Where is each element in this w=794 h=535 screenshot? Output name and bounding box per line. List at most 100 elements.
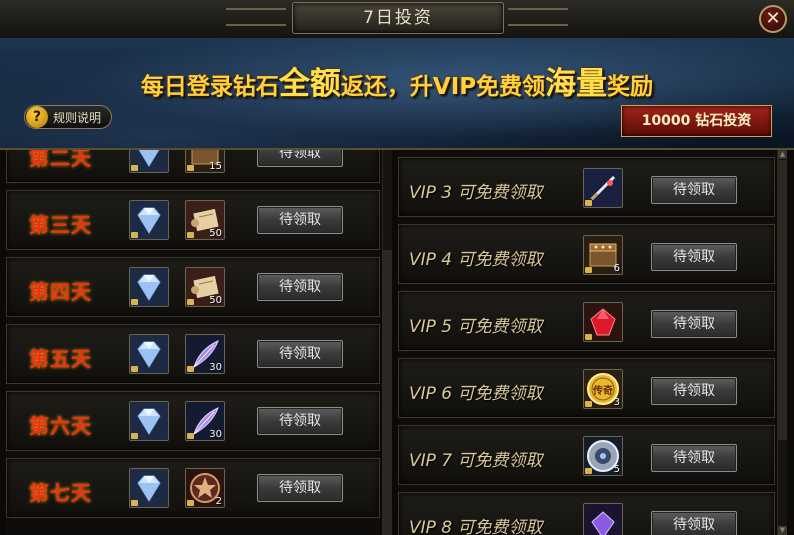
vip-reward-row: VIP 5 可免费领取 待领取: [398, 291, 775, 351]
claim-button[interactable]: 待领取: [257, 340, 343, 368]
item-count: 3: [613, 397, 620, 408]
item-count: 50: [209, 295, 222, 306]
day-label: 第四天: [29, 280, 92, 304]
item-count: 6: [613, 263, 620, 274]
day-reward-row: 第七天 2 待领取: [6, 458, 380, 518]
day-reward-row: 第五天 30 待领取: [6, 324, 380, 384]
title-ornament-left: [226, 8, 286, 26]
day-reward-row: 第四天 50 待领取: [6, 257, 380, 317]
claim-button[interactable]: 待领取: [257, 150, 343, 167]
question-icon: ?: [26, 106, 48, 128]
invest-button[interactable]: 10000 钻石投资: [621, 105, 772, 137]
vip-reward-list: VIP 3 可免费领取 待领取 VIP 4 可免费领取 6 待领取 VIP 5 可免费领取…: [398, 150, 775, 535]
lock-icon: [585, 401, 592, 407]
reward-item-slot: 传奇 3: [583, 369, 623, 409]
claim-button[interactable]: 待领取: [651, 176, 737, 204]
lock-icon: [131, 232, 138, 238]
scroll-down-arrow-icon[interactable]: ▼: [778, 526, 787, 535]
item-count: 2: [215, 496, 222, 507]
reward-item-slot: 5: [583, 436, 623, 476]
vip-reward-row: VIP 4 可免费领取 6 待领取: [398, 224, 775, 284]
banner-emphasis-1: 全额: [278, 66, 341, 102]
lock-icon: [187, 165, 194, 171]
vip-label: VIP 8 可免费领取: [409, 518, 543, 535]
reward-item-slot: 6: [583, 235, 623, 275]
day-label: 第五天: [29, 347, 92, 371]
purple-gem-icon: [584, 504, 622, 535]
vip-label: VIP 5 可免费领取: [409, 317, 543, 337]
day-label: 第六天: [29, 414, 92, 438]
banner-headline: 每日登录钻石全额返还，升VIP免费领海量奖励: [0, 58, 794, 103]
vip-reward-row: VIP 8 可免费领取 待领取: [398, 492, 775, 535]
item-count: 5: [613, 464, 620, 475]
claim-button[interactable]: 待领取: [257, 474, 343, 502]
reward-item-slot: [129, 334, 169, 374]
vip-reward-row: VIP 3 可免费领取 待领取: [398, 157, 775, 217]
daily-reward-list: 第二天 15 待领取 第三天 50 待领取 第四天 50 待领取 第五天 30 待领取 第六天 30 待领取…: [6, 150, 380, 535]
left-scrollbar[interactable]: [382, 150, 392, 535]
vip-reward-row: VIP 7 可免费领取 5 待领取: [398, 425, 775, 485]
banner-emphasis-2: 海量: [545, 66, 608, 102]
rules-button-label: 规则说明: [53, 111, 102, 125]
lock-icon: [131, 366, 138, 372]
left-scroll-thumb[interactable]: [383, 250, 392, 535]
reward-item-slot: [129, 468, 169, 508]
scroll-up-arrow-icon[interactable]: ▲: [778, 150, 787, 159]
claim-button[interactable]: 待领取: [651, 243, 737, 271]
reward-item-slot: [129, 200, 169, 240]
banner-text-2: 返还，升VIP免费领: [340, 74, 546, 100]
reward-item-slot: 15: [185, 150, 225, 173]
reward-item-slot: [129, 401, 169, 441]
coin-text: 传奇: [593, 386, 613, 397]
lock-icon: [585, 267, 592, 273]
lock-icon: [187, 433, 194, 439]
right-scroll-thumb[interactable]: [778, 160, 787, 440]
claim-button[interactable]: 待领取: [651, 511, 737, 535]
vip-reward-row: VIP 6 可免费领取 传奇 3 待领取: [398, 358, 775, 418]
day-reward-row: 第三天 50 待领取: [6, 190, 380, 250]
lock-icon: [187, 366, 194, 372]
day-reward-row: 第六天 30 待领取: [6, 391, 380, 451]
lock-icon: [585, 200, 592, 206]
reward-item-slot: 30: [185, 334, 225, 374]
right-scrollbar[interactable]: ▲ ▼: [777, 150, 787, 535]
reward-item-slot: 30: [185, 401, 225, 441]
reward-item-slot: [583, 302, 623, 342]
title-bar: 7日投资 ✕: [0, 0, 794, 39]
promo-banner: 每日登录钻石全额返还，升VIP免费领海量奖励 ? 规则说明 10000 钻石投资: [0, 38, 794, 150]
reward-item-slot: [129, 267, 169, 307]
claim-button[interactable]: 待领取: [257, 206, 343, 234]
close-button[interactable]: ✕: [759, 5, 787, 33]
lock-icon: [187, 299, 194, 305]
reward-item-slot: [129, 150, 169, 173]
lock-icon: [131, 433, 138, 439]
lock-icon: [131, 500, 138, 506]
day-label: 第二天: [29, 150, 92, 170]
banner-text-3: 奖励: [607, 74, 654, 100]
title-ornament-right: [508, 8, 568, 26]
reward-item-slot: 50: [185, 200, 225, 240]
vip-label: VIP 7 可免费领取: [409, 451, 543, 471]
vip-label: VIP 3 可免费领取: [409, 183, 543, 203]
claim-button[interactable]: 待领取: [651, 310, 737, 338]
lock-icon: [585, 468, 592, 474]
lock-icon: [187, 500, 194, 506]
claim-button[interactable]: 待领取: [257, 273, 343, 301]
lock-icon: [187, 232, 194, 238]
claim-button[interactable]: 待领取: [651, 444, 737, 472]
day-label: 第三天: [29, 213, 92, 237]
claim-button[interactable]: 待领取: [257, 407, 343, 435]
item-count: 30: [209, 362, 222, 373]
reward-item-slot: [583, 503, 623, 535]
reward-item-slot: [583, 168, 623, 208]
lock-icon: [131, 165, 138, 171]
rules-button[interactable]: ? 规则说明: [24, 105, 112, 129]
claim-button[interactable]: 待领取: [651, 377, 737, 405]
lock-icon: [131, 299, 138, 305]
window-title: 7日投资: [292, 2, 504, 34]
reward-item-slot: 2: [185, 468, 225, 508]
day-reward-row: 第二天 15 待领取: [6, 150, 380, 183]
item-count: 15: [209, 161, 222, 172]
item-count: 50: [209, 228, 222, 239]
vip-label: VIP 4 可免费领取: [409, 250, 543, 270]
